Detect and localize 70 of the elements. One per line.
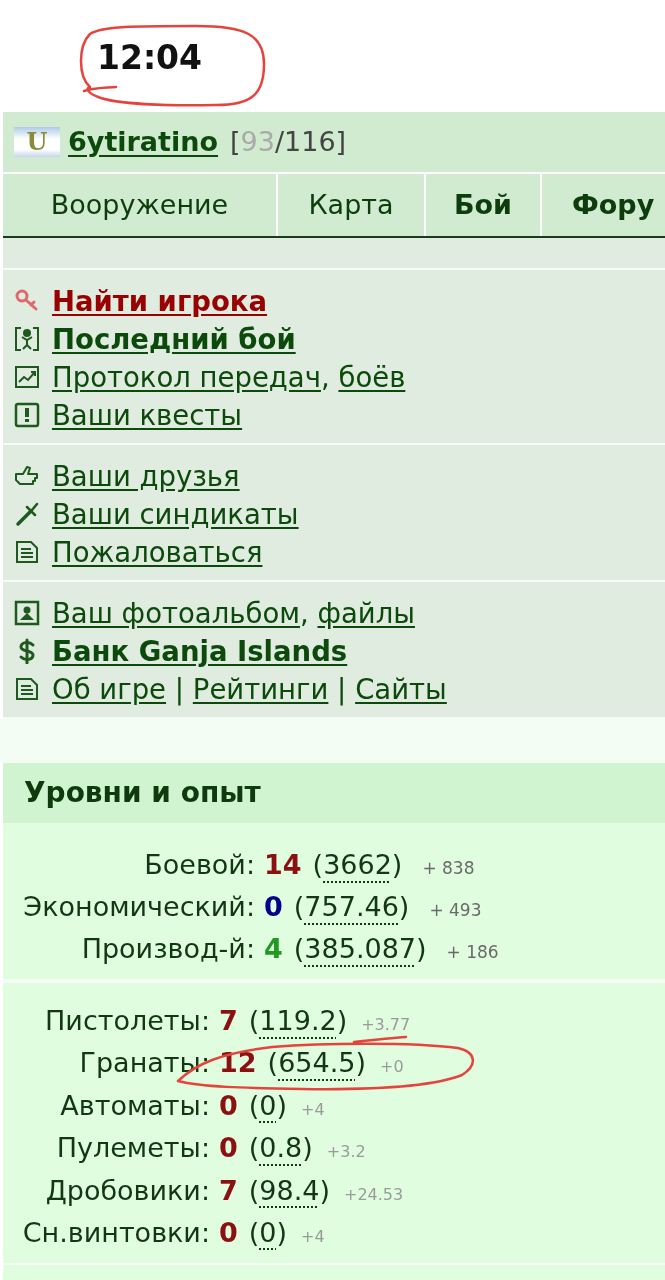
gain-text: +4 <box>301 1225 325 1248</box>
nav-tab[interactable]: Вооружение <box>3 174 276 236</box>
stat-label: Автоматы: <box>59 1088 210 1123</box>
separator: | <box>336 672 348 708</box>
gain-text: +0 <box>379 1056 404 1079</box>
menu-link[interactable]: Последний бой <box>52 320 296 358</box>
status-time: 12:04 <box>97 37 203 79</box>
nav-tab[interactable]: Бой <box>426 174 540 236</box>
gain-text: + 838 <box>422 857 475 880</box>
menu-link[interactable]: Ваши квесты <box>52 396 243 434</box>
stat-rank: 0 <box>219 1215 238 1250</box>
exp-value: (98.4) <box>248 1173 330 1208</box>
gain-text: + 493 <box>429 899 482 922</box>
stat-label: Дробовики: <box>44 1173 210 1208</box>
stat-rank: 7 <box>219 1173 238 1208</box>
stat-rank: 0 <box>219 1131 238 1166</box>
menu-link[interactable]: Рейтинги <box>192 670 329 708</box>
menu-link[interactable]: Ваши синдикаты <box>52 495 299 533</box>
gain-text: +3.77 <box>361 1014 411 1036</box>
stat-label: Сн.винтовки: <box>21 1215 210 1250</box>
chart-icon <box>14 364 40 390</box>
stat-label: Пистолеты: <box>44 1004 210 1038</box>
health-counter: [93/116] <box>230 125 347 159</box>
exp-value: (0.8) <box>248 1131 313 1166</box>
stat-label: Производ-й: <box>80 932 255 966</box>
stat-rank: 14 <box>264 848 302 882</box>
separator: , <box>300 596 310 631</box>
exp-value: (757.46) <box>293 890 410 924</box>
exclamation-icon <box>14 402 40 428</box>
clan-badge: U <box>14 127 60 157</box>
menu-link[interactable]: Протокол передач <box>52 358 321 396</box>
gain-text: +3.2 <box>326 1141 366 1164</box>
username-link[interactable]: 6ytiratino <box>68 125 219 159</box>
exp-value: (654.5) <box>267 1046 366 1081</box>
exp-value: (385.087) <box>293 932 427 966</box>
menu-link[interactable]: Ваш фотоальбом <box>52 594 300 632</box>
menu-link[interactable]: Найти игрока <box>52 282 268 320</box>
document-icon <box>14 539 40 565</box>
menu-link[interactable]: Сайты <box>355 670 447 708</box>
separator: | <box>173 672 186 708</box>
menu-link[interactable]: файлы <box>317 594 415 632</box>
stat-rank: 0 <box>264 890 283 924</box>
nav-tab[interactable]: Карта <box>278 174 424 236</box>
stat-label: Боевой: <box>143 848 255 882</box>
stat-rank: 7 <box>219 1004 238 1038</box>
figure-icon <box>14 326 40 352</box>
document-icon <box>14 676 40 702</box>
exp-value: (0) <box>248 1088 288 1123</box>
menu-link[interactable]: Ваши друзья <box>52 457 240 495</box>
gain-text: +24.53 <box>344 1183 404 1206</box>
menu-link[interactable]: боёв <box>338 358 406 396</box>
stat-label: Экономический: <box>22 890 255 924</box>
gain-text: + 186 <box>446 941 499 964</box>
nav-tab[interactable]: Фору <box>542 174 665 236</box>
exp-value: (3662) <box>312 848 403 882</box>
stat-rank: 0 <box>219 1088 238 1123</box>
photo-icon <box>14 600 40 626</box>
stat-label: Гранаты: <box>78 1046 210 1081</box>
menu-link[interactable]: Об игре <box>52 670 167 708</box>
separator: , <box>320 360 331 395</box>
gain-text: +4 <box>301 1098 325 1121</box>
menu-link[interactable]: Банк Ganja Islands <box>52 632 348 670</box>
menu-link[interactable]: Пожаловаться <box>52 533 263 571</box>
stat-rank: 12 <box>219 1046 257 1081</box>
dagger-icon <box>14 501 40 527</box>
stat-label: Пулеметы: <box>55 1131 210 1166</box>
exp-value: (0) <box>248 1215 288 1250</box>
stat-rank: 4 <box>264 932 283 966</box>
exp-value: (119.2) <box>248 1004 348 1038</box>
section-header: Уровни и опыт <box>3 763 665 823</box>
